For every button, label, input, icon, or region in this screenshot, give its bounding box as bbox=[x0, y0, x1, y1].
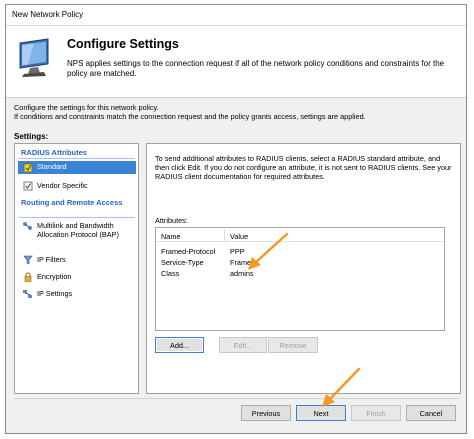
next-button[interactable]: Next bbox=[296, 405, 346, 421]
page-title: Configure Settings bbox=[67, 37, 179, 51]
attributes-list-header: Name Value bbox=[156, 228, 444, 242]
sidebar-item-label: Standard bbox=[37, 162, 67, 172]
settings-sidebar: RADIUS Attributes Standard Vendor Specif… bbox=[14, 143, 139, 394]
intro-line-1: Configure the settings for this network … bbox=[14, 103, 159, 112]
sidebar-item-label: Vendor Specific bbox=[37, 181, 88, 190]
attribute-name: Service-Type bbox=[161, 258, 204, 267]
ip-filters-icon bbox=[22, 255, 33, 265]
sidebar-item-ip-filters[interactable]: IP Filters bbox=[18, 255, 136, 265]
standard-attributes-icon bbox=[22, 163, 33, 173]
sidebar-item-label: IP Settings bbox=[37, 289, 73, 298]
add-attribute-button[interactable]: Add... bbox=[155, 337, 204, 353]
sidebar-item-label: Multilink and Bandwidth Allocation Proto… bbox=[37, 221, 119, 239]
footer-divider bbox=[14, 398, 460, 399]
monitor-icon bbox=[19, 38, 49, 77]
group-radius-attributes: RADIUS Attributes bbox=[21, 148, 87, 157]
intro-line-2: If conditions and constraints match the … bbox=[14, 112, 366, 121]
wizard-header: Configure Settings NPS applies settings … bbox=[6, 26, 466, 98]
sidebar-item-multilink-bap[interactable]: Multilink and Bandwidth Allocation Proto… bbox=[18, 221, 136, 239]
lock-icon bbox=[22, 272, 33, 282]
window-title: New Network Policy bbox=[12, 10, 84, 19]
column-header-value[interactable]: Value bbox=[230, 232, 248, 241]
vendor-specific-icon bbox=[22, 181, 33, 191]
title-bar: New Network Policy bbox=[6, 5, 466, 26]
sidebar-item-label: Encryption bbox=[37, 272, 72, 281]
attribute-name: Class bbox=[161, 269, 180, 278]
edit-attribute-button[interactable]: Edit... bbox=[219, 337, 267, 353]
attribute-value: Framed bbox=[230, 258, 256, 267]
group-routing-remote-access: Routing and Remote Access bbox=[21, 198, 123, 207]
intro-text: Configure the settings for this network … bbox=[14, 103, 460, 121]
new-network-policy-window: New Network Policy Configure Settings NP… bbox=[5, 4, 467, 434]
previous-button[interactable]: Previous bbox=[241, 405, 291, 421]
finish-button[interactable]: Finish bbox=[351, 405, 401, 421]
standard-attributes-panel: To send additional attributes to RADIUS … bbox=[146, 143, 461, 394]
group-divider bbox=[19, 217, 135, 218]
attribute-value: PPP bbox=[230, 247, 245, 256]
sidebar-item-label: IP Filters bbox=[37, 255, 66, 264]
sidebar-item-standard[interactable]: Standard bbox=[18, 161, 136, 174]
settings-label: Settings: bbox=[14, 132, 49, 141]
table-row[interactable]: Framed-Protocol PPP bbox=[156, 246, 444, 257]
sidebar-item-ip-settings[interactable]: IP Settings bbox=[18, 289, 136, 299]
cancel-button[interactable]: Cancel bbox=[406, 405, 456, 421]
panel-description: To send additional attributes to RADIUS … bbox=[155, 154, 452, 181]
sidebar-item-encryption[interactable]: Encryption bbox=[18, 272, 136, 282]
sidebar-item-vendor-specific[interactable]: Vendor Specific bbox=[18, 181, 136, 191]
remove-attribute-button[interactable]: Remove bbox=[268, 337, 318, 353]
group-divider bbox=[19, 158, 135, 159]
attribute-name: Framed-Protocol bbox=[161, 247, 216, 256]
multilink-icon bbox=[22, 221, 33, 231]
table-row[interactable]: Class admins bbox=[156, 268, 444, 279]
column-header-name[interactable]: Name bbox=[161, 232, 180, 241]
attributes-label: Attributes: bbox=[155, 216, 188, 225]
column-divider[interactable] bbox=[224, 229, 225, 241]
table-row[interactable]: Service-Type Framed bbox=[156, 257, 444, 268]
attributes-list[interactable]: Name Value Framed-Protocol PPP Service-T… bbox=[155, 227, 445, 331]
network-icon bbox=[22, 289, 33, 299]
page-description: NPS applies settings to the connection r… bbox=[67, 59, 445, 78]
attribute-value: admins bbox=[230, 269, 254, 278]
